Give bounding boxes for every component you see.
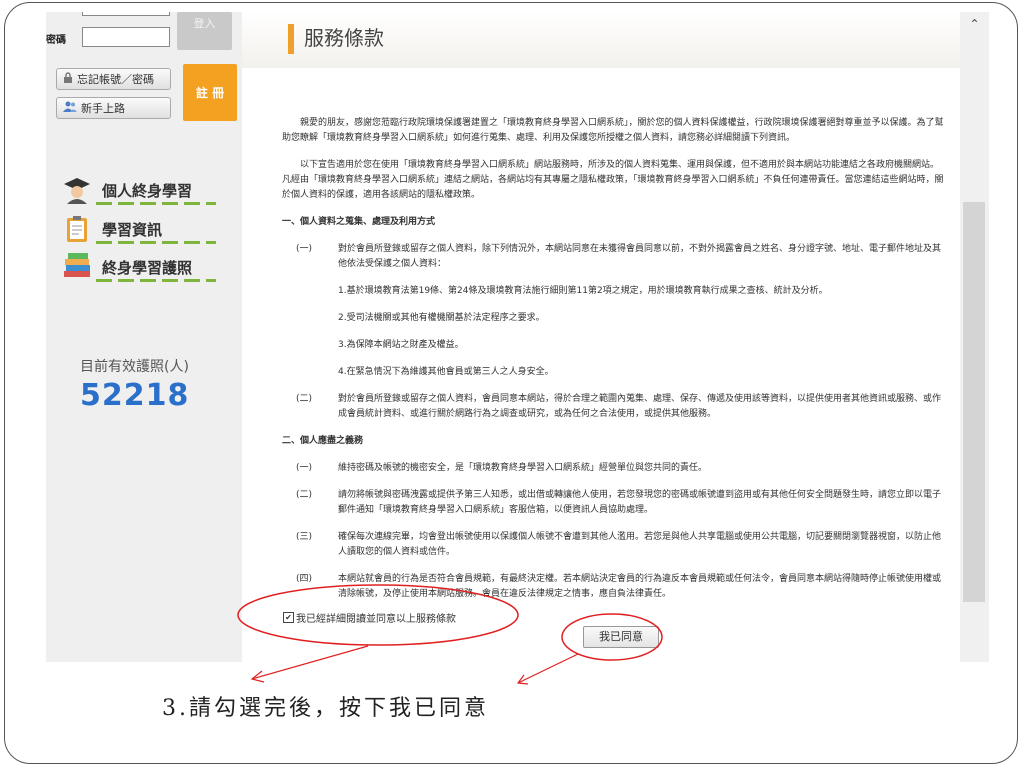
agree-terms-checkbox[interactable]: ✔ — [283, 612, 294, 623]
books-icon — [62, 253, 92, 281]
clipboard-icon — [62, 215, 92, 243]
forgot-account-button[interactable]: 忘記帳號／密碼 — [56, 68, 171, 90]
terms-subitem: 3.為保障本網站之財產及權益。 — [338, 340, 464, 350]
scrollbar[interactable]: ⌃ — [960, 12, 989, 662]
intro-paragraph: 親愛的朋友，感謝您蒞臨行政院環境保護署建置之「環境教育終身學習入口網系統」，關於… — [282, 118, 944, 143]
password-input[interactable] — [82, 27, 170, 47]
terms-text: 親愛的朋友，感謝您蒞臨行政院環境保護署建置之「環境教育終身學習入口網系統」，關於… — [282, 116, 946, 614]
menu-item-learning-info[interactable]: 學習資訊 — [62, 215, 162, 243]
scroll-up-icon[interactable]: ⌃ — [960, 12, 989, 36]
terms-item: (三) 確保每次連線完畢，均會登出帳號使用以保護個人帳號不會遭到其他人濫用。若您是… — [296, 532, 942, 557]
terms-item: (二) 請勿將帳號與密碼洩露或提供予第三人知悉，或出借或轉讓他人使用，若您發現您的… — [296, 490, 942, 515]
lock-icon — [63, 72, 73, 86]
menu-divider — [96, 241, 216, 244]
agree-button[interactable]: 我已同意 — [583, 626, 659, 648]
intro-paragraph: 以下宣告適用於您在使用「環境教育終身學習入口網系統」網站服務時，所涉及的個人資料… — [282, 160, 944, 200]
account-input[interactable] — [82, 12, 170, 16]
terms-subitem: 4.在緊急情況下為維護其他會員或第三人之人身安全。 — [338, 367, 554, 377]
main-content: 服務條款 親愛的朋友，感謝您蒞臨行政院環境保護署建置之「環境教育終身學習入口網系… — [242, 12, 960, 662]
newbie-guide-button[interactable]: 新手上路 — [56, 97, 171, 119]
menu-label-personal-learning: 個人終身學習 — [102, 181, 193, 200]
section-heading: 一、個人資料之蒐集、處理及利用方式 — [282, 217, 436, 227]
passport-count-label: 目前有效護照(人) — [80, 359, 189, 375]
sidebar: 密碼 登入 忘記帳號／密碼 新手上路 註 冊 個人終身學習 學習資訊 終身學習護… — [46, 12, 242, 662]
agree-terms-label: 我已經詳細閱讀並同意以上服務條款 — [296, 614, 456, 625]
terms-item: (四) 本網站就會員的行為是否符合會員規範，有最終決定權。若本網站決定會員的行為違… — [296, 574, 942, 599]
menu-divider — [96, 279, 216, 282]
terms-subitem: 1.基於環境教育法第19條、第24條及環境教育法施行細則第11第2項之規定，用於… — [338, 286, 828, 296]
menu-divider — [96, 202, 216, 205]
terms-item: (一) 維持密碼及帳號的機密安全，是「環境教育終身學習入口網系統」經營單位與您共同… — [296, 463, 708, 473]
menu-item-learning-passport[interactable]: 終身學習護照 — [62, 253, 192, 281]
register-button[interactable]: 註 冊 — [183, 64, 237, 121]
graduate-icon — [62, 176, 92, 204]
title-accent — [288, 24, 294, 54]
title-bar: 服務條款 — [242, 12, 960, 68]
newbie-guide-label: 新手上路 — [81, 102, 125, 115]
passport-count-value: 52218 — [80, 378, 190, 413]
terms-item: (二) 對於會員所登錄或留存之個人資料，會員同意本網站，得於合理之範圍內蒐集、處理… — [296, 394, 942, 419]
menu-label-learning-info: 學習資訊 — [102, 220, 163, 239]
password-label: 密碼 — [46, 35, 66, 46]
menu-item-personal-learning[interactable]: 個人終身學習 — [62, 176, 192, 204]
agree-terms-checkbox-row[interactable]: ✔ 我已經詳細閱讀並同意以上服務條款 — [283, 610, 456, 625]
browser-window: 密碼 登入 忘記帳號／密碼 新手上路 註 冊 個人終身學習 學習資訊 終身學習護… — [46, 12, 989, 662]
section-heading: 二、個人應盡之義務 — [282, 436, 364, 446]
users-icon — [63, 101, 77, 115]
scroll-thumb[interactable] — [963, 202, 985, 602]
instruction-caption: 3.請勾選完後，按下我已同意 — [162, 696, 489, 721]
page-title: 服務條款 — [304, 26, 384, 50]
terms-item: (一) 對於會員所登錄或留存之個人資料，除下列情況外，本網站同意在未獲得會員同意以… — [296, 244, 942, 269]
forgot-account-label: 忘記帳號／密碼 — [77, 73, 154, 86]
login-button[interactable]: 登入 — [177, 12, 232, 50]
menu-label-learning-passport: 終身學習護照 — [102, 258, 193, 277]
terms-subitem: 2.受司法機關或其他有權機關基於法定程序之要求。 — [338, 313, 545, 323]
